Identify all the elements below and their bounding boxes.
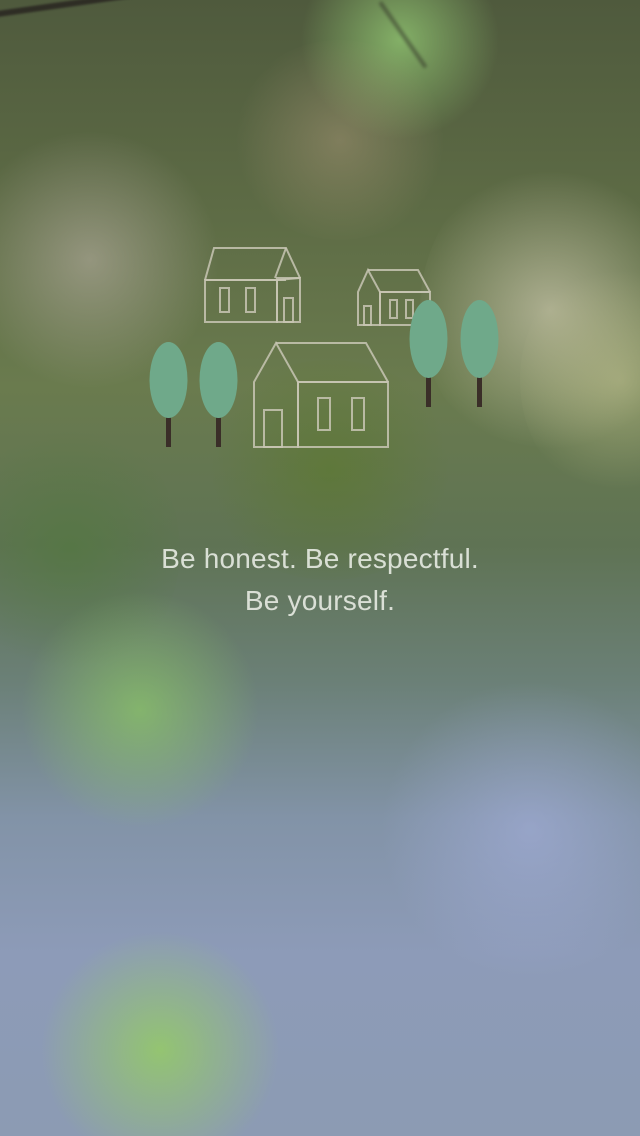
tree-icon <box>149 342 188 447</box>
tagline: Be honest. Be respectful. Be yourself. <box>0 538 640 622</box>
house-icon <box>204 247 301 323</box>
neighborhood-illustration <box>149 247 499 448</box>
tree-icon <box>460 300 499 407</box>
tree-icon <box>199 342 238 447</box>
tagline-line-2: Be yourself. <box>244 585 396 616</box>
tagline-line-1: Be honest. Be respectful. <box>161 543 479 574</box>
house-icon <box>253 340 389 448</box>
tree-icon <box>409 300 448 407</box>
onboarding-screen: Be honest. Be respectful. Be yourself. <box>0 0 640 1136</box>
